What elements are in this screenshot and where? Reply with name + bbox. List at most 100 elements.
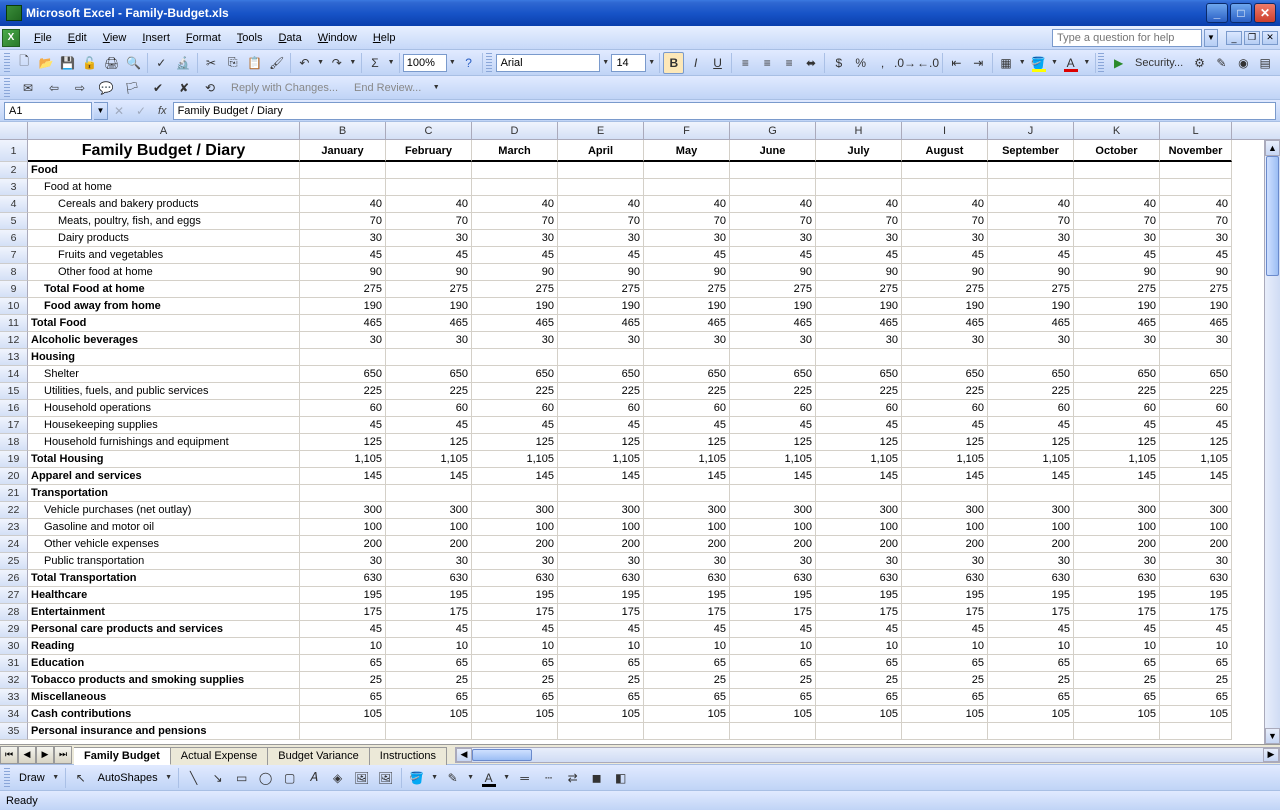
cell-value[interactable] bbox=[902, 723, 988, 740]
cell-value[interactable]: 45 bbox=[558, 417, 644, 434]
menu-edit[interactable]: Edit bbox=[60, 29, 95, 47]
cell-value[interactable] bbox=[472, 723, 558, 740]
cell-value[interactable]: 175 bbox=[386, 604, 472, 621]
cell-value[interactable]: 90 bbox=[902, 264, 988, 281]
permission-icon[interactable]: 🔓 bbox=[79, 52, 100, 74]
cell-label[interactable]: Housing bbox=[28, 349, 300, 366]
scroll-down-arrow[interactable]: ▼ bbox=[1265, 728, 1280, 744]
format-painter-icon[interactable]: 🖌 bbox=[266, 52, 287, 74]
toolbar-grip-2[interactable] bbox=[486, 53, 492, 73]
cell-value[interactable]: 65 bbox=[472, 655, 558, 672]
cell-value[interactable]: 10 bbox=[1074, 638, 1160, 655]
font-size-dropdown[interactable]: ▼ bbox=[647, 59, 656, 66]
cell-value[interactable]: 225 bbox=[730, 383, 816, 400]
cell-value[interactable]: 1,105 bbox=[558, 451, 644, 468]
row-header[interactable]: 11 bbox=[0, 315, 28, 332]
row-header[interactable]: 7 bbox=[0, 247, 28, 264]
cell-value[interactable]: 300 bbox=[816, 502, 902, 519]
cell-value[interactable]: 650 bbox=[730, 366, 816, 383]
review-grip[interactable] bbox=[4, 78, 10, 98]
cell-value[interactable]: 630 bbox=[1160, 570, 1232, 587]
cell-value[interactable]: 1,105 bbox=[902, 451, 988, 468]
cell-value[interactable]: 45 bbox=[472, 247, 558, 264]
cell-value[interactable]: 25 bbox=[1160, 672, 1232, 689]
cell-value[interactable]: 225 bbox=[816, 383, 902, 400]
cell-value[interactable] bbox=[472, 162, 558, 179]
cell-value[interactable]: 225 bbox=[644, 383, 730, 400]
cell-value[interactable]: 200 bbox=[730, 536, 816, 553]
cell-value[interactable]: 65 bbox=[386, 655, 472, 672]
cell-value[interactable]: 30 bbox=[1160, 332, 1232, 349]
menu-view[interactable]: View bbox=[95, 29, 135, 47]
cell-value[interactable]: 145 bbox=[386, 468, 472, 485]
cell-value[interactable]: 90 bbox=[558, 264, 644, 281]
cell-value[interactable]: 60 bbox=[1074, 400, 1160, 417]
cell-label[interactable]: Shelter bbox=[28, 366, 300, 383]
name-box-dropdown[interactable]: ▼ bbox=[94, 102, 108, 120]
mdi-minimize-button[interactable]: _ bbox=[1226, 31, 1242, 45]
cell-value[interactable]: 25 bbox=[644, 672, 730, 689]
row-header[interactable]: 19 bbox=[0, 451, 28, 468]
cell-value[interactable]: 105 bbox=[472, 706, 558, 723]
cell-value[interactable]: 30 bbox=[988, 230, 1074, 247]
cell-value[interactable] bbox=[558, 349, 644, 366]
font-name-combo[interactable]: Arial bbox=[496, 54, 600, 72]
cell-value[interactable] bbox=[902, 349, 988, 366]
tab-nav-next[interactable]: ▶ bbox=[36, 746, 54, 764]
cell-value[interactable]: 30 bbox=[386, 332, 472, 349]
cell-value[interactable]: 145 bbox=[1160, 468, 1232, 485]
row-header[interactable]: 22 bbox=[0, 502, 28, 519]
cell-value[interactable]: 175 bbox=[988, 604, 1074, 621]
cell-label[interactable]: Gasoline and motor oil bbox=[28, 519, 300, 536]
cell-value[interactable]: 40 bbox=[1160, 196, 1232, 213]
column-header-K[interactable]: K bbox=[1074, 122, 1160, 139]
cell-value[interactable]: 275 bbox=[988, 281, 1074, 298]
cell-label[interactable]: Household furnishings and equipment bbox=[28, 434, 300, 451]
horizontal-scrollbar[interactable]: ◀ ▶ bbox=[455, 747, 1280, 763]
cell-value[interactable]: 40 bbox=[644, 196, 730, 213]
cell-value[interactable]: 200 bbox=[300, 536, 386, 553]
cell-a1-title[interactable]: Family Budget / Diary bbox=[28, 140, 300, 162]
cell-value[interactable]: 1,105 bbox=[472, 451, 558, 468]
row-header-1[interactable]: 1 bbox=[0, 140, 28, 162]
cell-value[interactable]: 650 bbox=[558, 366, 644, 383]
macro-icon-1[interactable]: ⚙ bbox=[1189, 52, 1210, 74]
fill-color-draw-dropdown[interactable]: ▼ bbox=[430, 774, 440, 781]
cell-value[interactable]: 105 bbox=[386, 706, 472, 723]
textbox-icon[interactable]: ▢ bbox=[279, 767, 301, 789]
cell-value[interactable]: 65 bbox=[902, 655, 988, 672]
cell-value[interactable]: 1,105 bbox=[730, 451, 816, 468]
review-reject-icon[interactable]: ✘ bbox=[173, 77, 195, 99]
cell-value[interactable]: 200 bbox=[558, 536, 644, 553]
row-header[interactable]: 8 bbox=[0, 264, 28, 281]
cell-value[interactable] bbox=[902, 162, 988, 179]
cell-value[interactable]: 30 bbox=[1074, 230, 1160, 247]
row-header[interactable]: 21 bbox=[0, 485, 28, 502]
cell-label[interactable]: Miscellaneous bbox=[28, 689, 300, 706]
cell-value[interactable]: 100 bbox=[902, 519, 988, 536]
cell-value[interactable] bbox=[730, 162, 816, 179]
cell-value[interactable]: 125 bbox=[558, 434, 644, 451]
print-icon[interactable]: 🖨 bbox=[101, 52, 122, 74]
cell-value[interactable]: 1,105 bbox=[644, 451, 730, 468]
cell-value[interactable] bbox=[558, 179, 644, 196]
cell-value[interactable]: 465 bbox=[1074, 315, 1160, 332]
cell-value[interactable]: 25 bbox=[386, 672, 472, 689]
cell-value[interactable]: 125 bbox=[988, 434, 1074, 451]
cell-value[interactable]: 275 bbox=[816, 281, 902, 298]
cell-value[interactable]: 175 bbox=[558, 604, 644, 621]
cell-value[interactable]: 300 bbox=[300, 502, 386, 519]
cell-value[interactable]: 200 bbox=[816, 536, 902, 553]
cell-value[interactable]: 125 bbox=[300, 434, 386, 451]
cell-value[interactable]: 275 bbox=[1074, 281, 1160, 298]
column-header-I[interactable]: I bbox=[902, 122, 988, 139]
cell-value[interactable]: 300 bbox=[644, 502, 730, 519]
cell-value[interactable]: 1,105 bbox=[988, 451, 1074, 468]
cell-label[interactable]: Other food at home bbox=[28, 264, 300, 281]
cell-label[interactable]: Personal insurance and pensions bbox=[28, 723, 300, 740]
cell-value[interactable]: 175 bbox=[1074, 604, 1160, 621]
cell-value[interactable]: 465 bbox=[558, 315, 644, 332]
excel-logo-icon[interactable]: X bbox=[2, 29, 20, 47]
cell-value[interactable]: 65 bbox=[558, 655, 644, 672]
toolbar-grip[interactable] bbox=[4, 53, 10, 73]
